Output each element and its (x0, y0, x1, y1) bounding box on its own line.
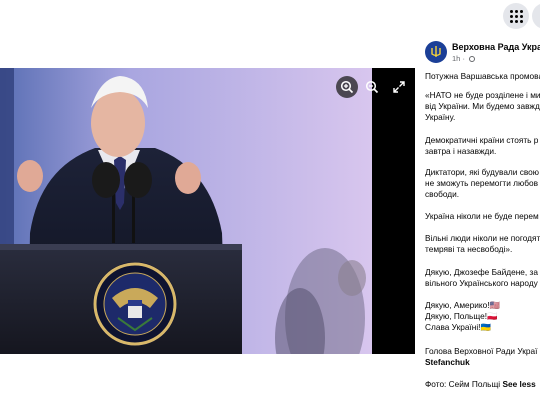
post-details-panel: Верховна Рада України 1h · Потужна Варша… (415, 32, 540, 407)
post-line: «НАТО не буде розділене і ми (425, 90, 540, 100)
photo-credit-line: Фото: Сейм Польщі See less (425, 379, 536, 390)
messenger-button[interactable] (532, 3, 540, 29)
post-line: Дякую, Польще!🇵🇱 (425, 311, 498, 321)
menu-grid-icon (509, 9, 523, 23)
post-line: завтра і назавжди. (425, 146, 497, 156)
zoom-in-button[interactable] (336, 76, 358, 98)
avatar[interactable] (425, 41, 447, 63)
post-line: Дякую, Джозефе Байдене, за г (425, 267, 540, 277)
photo-viewer (0, 68, 415, 354)
post-line: вільного Українського народу (425, 278, 538, 288)
post-line: Диктатори, які будували свою (425, 167, 540, 177)
see-less-link[interactable]: See less (502, 379, 535, 389)
zoom-in-icon (340, 80, 354, 94)
post-line: Дякую, Америко!🇺🇸 (425, 300, 500, 310)
post-line: свободи. (425, 189, 460, 199)
post-author-link[interactable]: Stefanchuk (425, 357, 470, 368)
photo-illustration (0, 68, 372, 354)
post-line: Потужна Варшавська промова (425, 71, 540, 81)
post-time-label: 1h (452, 54, 461, 63)
trident-icon (431, 46, 441, 57)
photo-credit: Фото: Сейм Польщі (425, 379, 501, 389)
post-line: не зможуть перемогти любов (425, 178, 539, 188)
zoom-out-icon (365, 80, 379, 94)
post-line: Голова Верховної Ради Украї (425, 346, 538, 356)
post-line: від України. Ми будемо завжд (425, 101, 540, 111)
time-separator: · (462, 54, 465, 63)
menu-button[interactable] (503, 3, 529, 29)
zoom-out-button[interactable] (361, 76, 383, 98)
post-line: Демократичні країни стоять р (425, 135, 539, 145)
post-line: Вільні люди ніколи не погодят (425, 233, 540, 243)
fullscreen-button[interactable] (388, 76, 410, 98)
top-bar (0, 0, 540, 32)
post-line: Україну. (425, 112, 456, 122)
post-line: Україна ніколи не буде перем (425, 211, 539, 221)
post-photo (0, 68, 372, 354)
globe-icon (469, 56, 476, 62)
fullscreen-icon (393, 81, 405, 93)
post-timestamp[interactable]: 1h · (452, 54, 476, 63)
post-line: темряві та несвободі». (425, 244, 513, 254)
post-line: Слава Україні!🇺🇦 (425, 322, 491, 332)
page-name[interactable]: Верховна Рада України (452, 42, 540, 52)
